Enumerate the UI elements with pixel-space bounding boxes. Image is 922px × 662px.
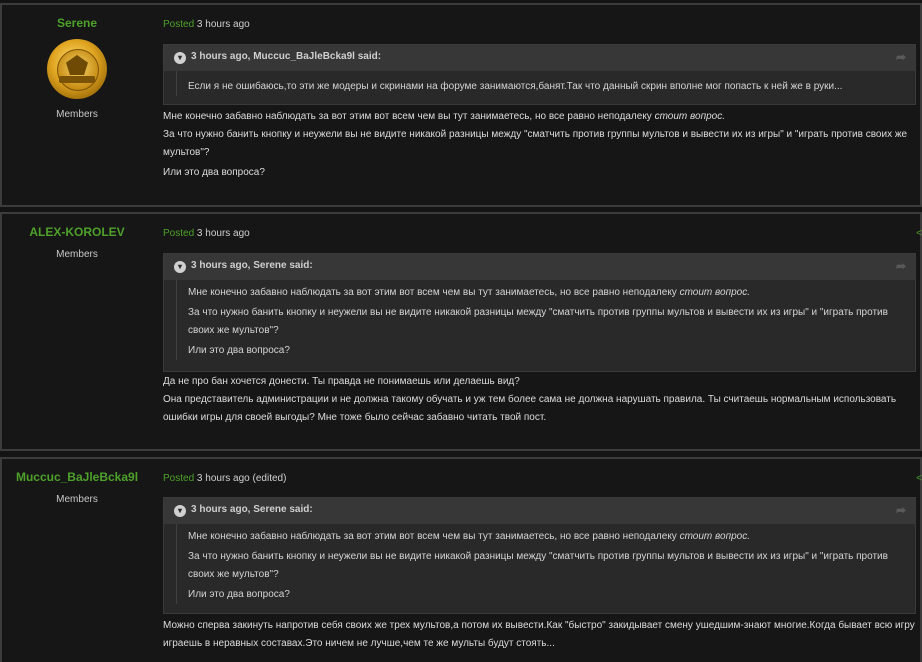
post-time[interactable]: 3 hours ago xyxy=(197,228,250,239)
jump-to-post-icon[interactable]: ➦ xyxy=(896,503,906,517)
post-line: Мне конечно забавно наблюдать за вот эти… xyxy=(163,111,726,122)
post-line: Или это два вопроса? xyxy=(163,167,265,178)
chevron-down-icon[interactable]: ▾ xyxy=(174,52,186,64)
post: ALEX-KOROLEV Members Posted 3 hours ago … xyxy=(0,212,922,451)
quote-header: ▾ 3 hours ago, Muccuc_BaJleBcka9l said: … xyxy=(164,45,915,71)
author-name[interactable]: ALEX-KOROLEV xyxy=(2,225,152,239)
author-panel: ALEX-KOROLEV Members xyxy=(2,214,152,260)
jump-to-post-icon[interactable]: ➦ xyxy=(896,259,906,273)
avatar[interactable] xyxy=(47,39,107,99)
share-icon[interactable]: < xyxy=(916,473,922,484)
post-line: Она представитель администрации и не дол… xyxy=(163,394,897,423)
quote-block: ▾ 3 hours ago, Serene said: ➦ Мне конечн… xyxy=(163,253,916,372)
author-name[interactable]: Muccuc_BaJleBcka9l xyxy=(2,470,152,484)
posted-label: Posted xyxy=(163,228,195,239)
quote-citation[interactable]: 3 hours ago, Serene said: xyxy=(191,504,313,515)
quote-citation[interactable]: 3 hours ago, Serene said: xyxy=(191,260,313,271)
chevron-down-icon[interactable]: ▾ xyxy=(174,261,186,273)
post-line: Да не про бан хочется донести. Ты правда… xyxy=(163,376,520,387)
quote-header: ▾ 3 hours ago, Serene said: ➦ xyxy=(164,254,915,280)
post: Serene Members Posted 3 hours ago ▾ 3 ho… xyxy=(0,3,922,207)
post-meta: Posted 3 hours ago xyxy=(163,228,250,239)
quote-text: Мне конечно забавно наблюдать за вот эти… xyxy=(188,531,751,542)
posted-label: Posted xyxy=(163,19,195,30)
quote-text: Мне конечно забавно наблюдать за вот эти… xyxy=(188,287,751,298)
member-group: Members xyxy=(56,249,98,260)
quote-body: Мне конечно забавно наблюдать за вот эти… xyxy=(176,524,915,604)
member-group: Members xyxy=(56,109,98,120)
post-time[interactable]: 3 hours ago xyxy=(197,19,250,30)
edited-label[interactable]: (edited) xyxy=(253,473,287,484)
quote-text: Или это два вопроса? xyxy=(188,345,290,356)
post-line: За что нужно банить кнопку и неужели вы … xyxy=(163,129,908,158)
quote-text: Если я не ошибаюсь,то эти же модеры и ск… xyxy=(188,81,843,92)
author-panel: Serene Members xyxy=(2,5,152,120)
jump-to-post-icon[interactable]: ➦ xyxy=(896,50,906,64)
post-body: Да не про бан хочется донести. Ты правда… xyxy=(163,373,920,427)
post-body: Мне конечно забавно наблюдать за вот эти… xyxy=(163,108,920,182)
quote-citation[interactable]: 3 hours ago, Muccuc_BaJleBcka9l said: xyxy=(191,51,381,62)
quote-body: Мне конечно забавно наблюдать за вот эти… xyxy=(176,280,915,360)
author-panel: Muccuc_BaJleBcka9l Members xyxy=(2,459,152,505)
quote-block: ▾ 3 hours ago, Serene said: ➦ Мне конечн… xyxy=(163,497,916,614)
quote-text: За что нужно банить кнопку и неужели вы … xyxy=(188,551,888,580)
quote-text: За что нужно банить кнопку и неужели вы … xyxy=(188,307,888,336)
quote-block: ▾ 3 hours ago, Muccuc_BaJleBcka9l said: … xyxy=(163,44,916,105)
post-time[interactable]: 3 hours ago xyxy=(197,473,250,484)
quote-text: Или это два вопроса? xyxy=(188,589,290,600)
post-meta: Posted 3 hours ago xyxy=(163,19,250,30)
share-icon[interactable]: < xyxy=(916,228,922,239)
member-group: Members xyxy=(56,494,98,505)
author-name[interactable]: Serene xyxy=(2,16,152,30)
chevron-down-icon[interactable]: ▾ xyxy=(174,505,186,517)
posted-label: Posted xyxy=(163,473,195,484)
post-meta: Posted 3 hours ago (edited) xyxy=(163,473,286,484)
post: Muccuc_BaJleBcka9l Members Posted 3 hour… xyxy=(0,457,922,662)
post-body: Можно сперва закинуть напротив себя свои… xyxy=(163,617,920,653)
quote-header: ▾ 3 hours ago, Serene said: ➦ xyxy=(164,498,915,524)
post-line: Можно сперва закинуть напротив себя свои… xyxy=(163,620,915,649)
quote-body: Если я не ошибаюсь,то эти же модеры и ск… xyxy=(176,71,915,96)
